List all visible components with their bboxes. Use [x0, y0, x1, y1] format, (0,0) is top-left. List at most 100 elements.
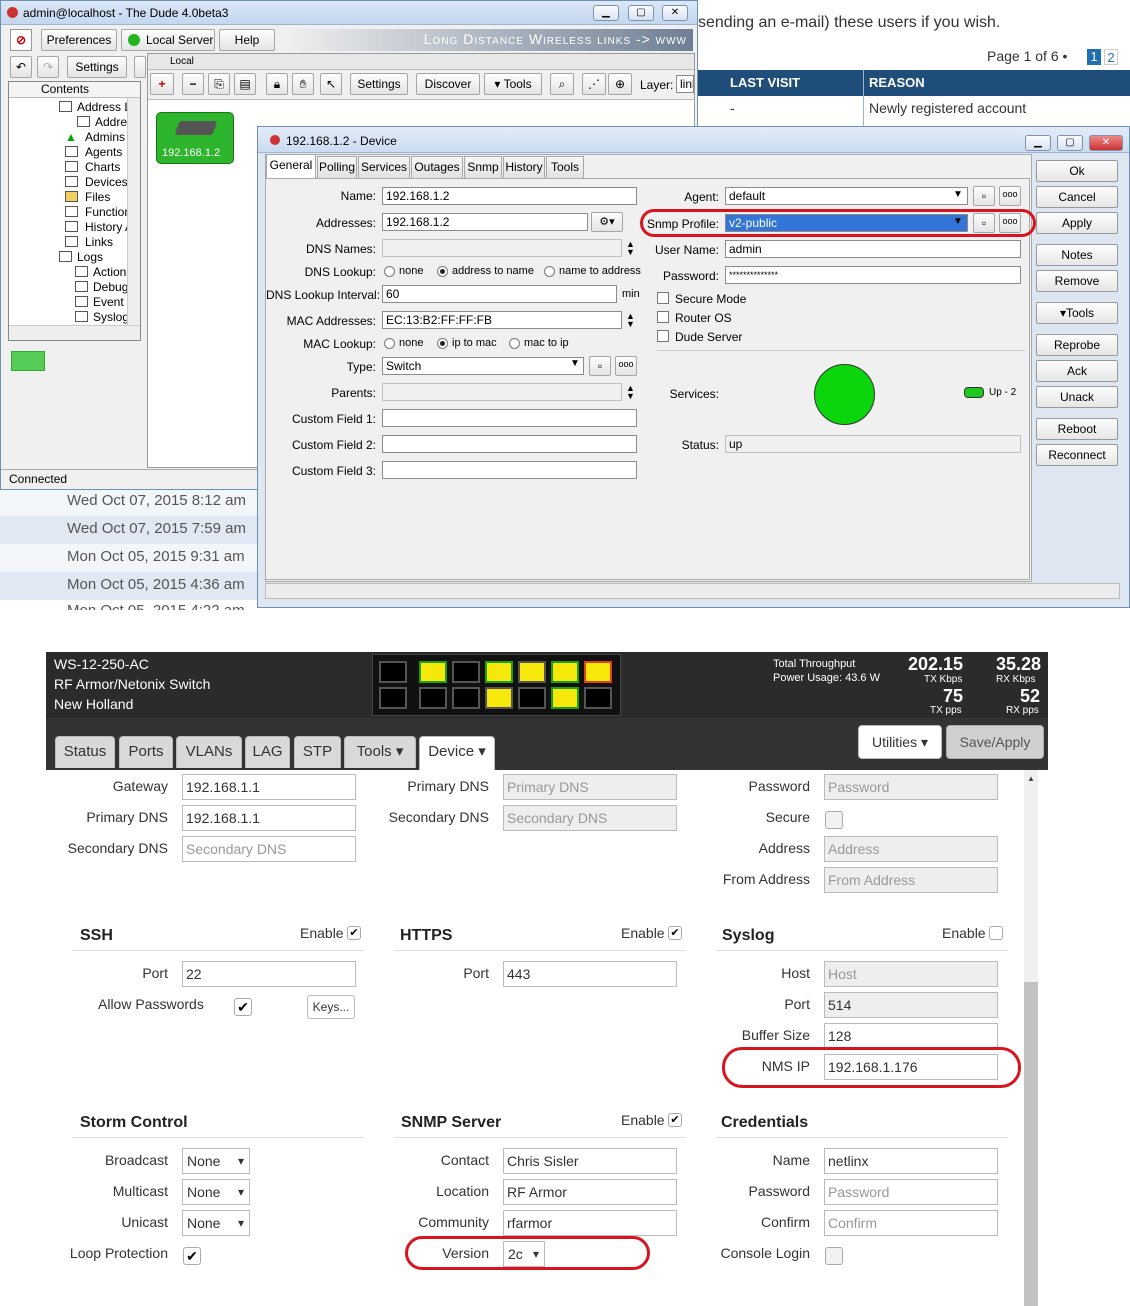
dialog-tools-button[interactable]: ▾Tools: [1036, 302, 1118, 324]
lock-icon[interactable]: 🔒︎: [266, 73, 288, 95]
redo-icon[interactable]: ↷: [37, 56, 59, 78]
agent-edit-button[interactable]: ▫: [973, 186, 995, 206]
primary-dns-input[interactable]: 192.168.1.1: [182, 805, 356, 831]
map-device-node[interactable]: 192.168.1.2: [156, 112, 234, 164]
custom1-input[interactable]: [382, 409, 637, 427]
tab-history[interactable]: History: [503, 156, 545, 178]
map-thumbnail[interactable]: [11, 351, 45, 371]
primary-dns2-input[interactable]: Primary DNS: [503, 774, 677, 800]
tab-general[interactable]: General: [266, 154, 316, 178]
map-settings-button[interactable]: Settings: [350, 73, 408, 95]
tree-item-action[interactable]: Action: [93, 265, 126, 279]
save-apply-button[interactable]: Save/Apply: [946, 725, 1044, 759]
tab-stp[interactable]: STP: [294, 736, 341, 768]
minimize-button[interactable]: ▁: [593, 5, 619, 21]
tree-item-event[interactable]: Event: [93, 295, 124, 309]
tree-item-agents[interactable]: Agents: [85, 145, 122, 159]
settings-button[interactable]: Settings: [67, 56, 127, 78]
mac-spinner-icon[interactable]: ▲ ▼: [626, 312, 635, 329]
zoom-icon[interactable]: ⊕: [608, 73, 632, 95]
overflow-button[interactable]: [134, 56, 146, 78]
broadcast-select[interactable]: None: [182, 1148, 250, 1174]
tab-device[interactable]: Device ▾: [419, 736, 495, 770]
buffer-size-input[interactable]: 128: [824, 1023, 998, 1049]
confirm-input[interactable]: Confirm: [824, 1210, 998, 1236]
cancel-button[interactable]: Cancel: [1036, 186, 1118, 208]
dialog-minimize-button[interactable]: ▁: [1025, 135, 1051, 151]
layer-select[interactable]: link: [676, 75, 694, 93]
mac-input[interactable]: EC:13:B2:FF:FF:FB: [382, 311, 622, 329]
map-tab[interactable]: Local: [148, 54, 694, 70]
dns-lookup-n2a-radio[interactable]: [544, 266, 555, 277]
name-input[interactable]: 192.168.1.2: [382, 187, 637, 205]
port-11[interactable]: [551, 661, 579, 683]
port-6[interactable]: [452, 687, 480, 709]
apply-button[interactable]: Apply: [1036, 212, 1118, 234]
layout-icon[interactable]: ⋰: [582, 73, 606, 95]
pointer-icon[interactable]: ↖: [320, 73, 342, 95]
tab-vlans[interactable]: VLANs: [176, 736, 242, 768]
https-enable-checkbox[interactable]: ✔: [668, 926, 682, 940]
port-13[interactable]: [584, 661, 612, 683]
port-10[interactable]: [518, 687, 546, 709]
port-7[interactable]: [485, 661, 513, 683]
dns-names-spinner-icon[interactable]: ▲ ▼: [626, 240, 635, 257]
paste-icon[interactable]: ▤: [234, 73, 256, 95]
reprobe-button[interactable]: Reprobe: [1036, 334, 1118, 356]
tab-status[interactable]: Status: [55, 736, 115, 768]
port-9[interactable]: [518, 661, 546, 683]
port-3[interactable]: [419, 661, 447, 683]
contact-input[interactable]: Chris Sisler: [503, 1148, 677, 1174]
parents-spinner-icon[interactable]: ▲ ▼: [626, 384, 635, 401]
dialog-maximize-button[interactable]: ▢: [1057, 135, 1083, 151]
tools-menu-button[interactable]: ▾ Tools: [484, 73, 542, 95]
agent-select[interactable]: default: [725, 187, 968, 205]
secondary-dns2-input[interactable]: Secondary DNS: [503, 805, 677, 831]
tree-item-address-list[interactable]: Address Li: [77, 100, 134, 114]
cred-password-input[interactable]: Password: [824, 1179, 998, 1205]
notes-button[interactable]: Notes: [1036, 244, 1118, 266]
remove-button[interactable]: Remove: [1036, 270, 1118, 292]
port-8[interactable]: [485, 687, 513, 709]
mac-lookup-mac2ip-radio[interactable]: [509, 338, 520, 349]
port-5[interactable]: [452, 661, 480, 683]
console-login-checkbox[interactable]: [825, 1247, 843, 1265]
tree-item-logs[interactable]: Logs: [77, 250, 103, 264]
from-address-input[interactable]: From Address: [824, 867, 998, 893]
type-select[interactable]: Switch: [382, 357, 584, 375]
port-4[interactable]: [419, 687, 447, 709]
discover-button[interactable]: Discover: [416, 73, 480, 95]
ssh-enable-checkbox[interactable]: ✔: [347, 926, 361, 940]
ok-button[interactable]: Ok: [1036, 160, 1118, 182]
mail-password-input[interactable]: Password: [824, 774, 998, 800]
cred-name-input[interactable]: netlinx: [824, 1148, 998, 1174]
gateway-input[interactable]: 192.168.1.1: [182, 774, 356, 800]
tree-item-files[interactable]: Files: [85, 190, 110, 204]
tab-tools[interactable]: Tools: [546, 156, 584, 178]
reconnect-button[interactable]: Reconnect: [1036, 444, 1118, 466]
dns-lookup-a2n-radio[interactable]: [437, 266, 448, 277]
tab-snmp[interactable]: Snmp: [464, 156, 502, 178]
ack-button[interactable]: Ack: [1036, 360, 1118, 382]
page-1-link[interactable]: 1: [1087, 49, 1101, 65]
local-server-button[interactable]: Local Server: [121, 29, 215, 51]
password-input[interactable]: **************: [725, 266, 1021, 284]
find-icon[interactable]: ⌕: [550, 73, 574, 95]
tree-scrollbar[interactable]: [127, 98, 140, 325]
keys-button[interactable]: Keys...: [307, 995, 355, 1019]
tab-outages[interactable]: Outages: [411, 156, 463, 178]
tree-hscrollbar[interactable]: [9, 325, 140, 340]
port-1[interactable]: [379, 661, 407, 683]
preferences-button[interactable]: Preferences: [41, 29, 117, 51]
agent-dropdown-icon[interactable]: ▼: [953, 189, 963, 200]
hand-icon[interactable]: ✋︎: [292, 73, 314, 95]
disconnect-icon[interactable]: ⊘: [10, 29, 32, 51]
scrollbar-thumb[interactable]: [1024, 982, 1038, 1306]
allow-passwords-checkbox[interactable]: ✔: [234, 998, 252, 1016]
unicast-select[interactable]: None: [182, 1210, 250, 1236]
help-button[interactable]: Help: [219, 29, 275, 51]
port-2[interactable]: [379, 687, 407, 709]
close-button[interactable]: ✕: [662, 5, 688, 21]
mac-lookup-ip2mac-radio[interactable]: [437, 338, 448, 349]
ssh-port-input[interactable]: 22: [182, 961, 356, 987]
